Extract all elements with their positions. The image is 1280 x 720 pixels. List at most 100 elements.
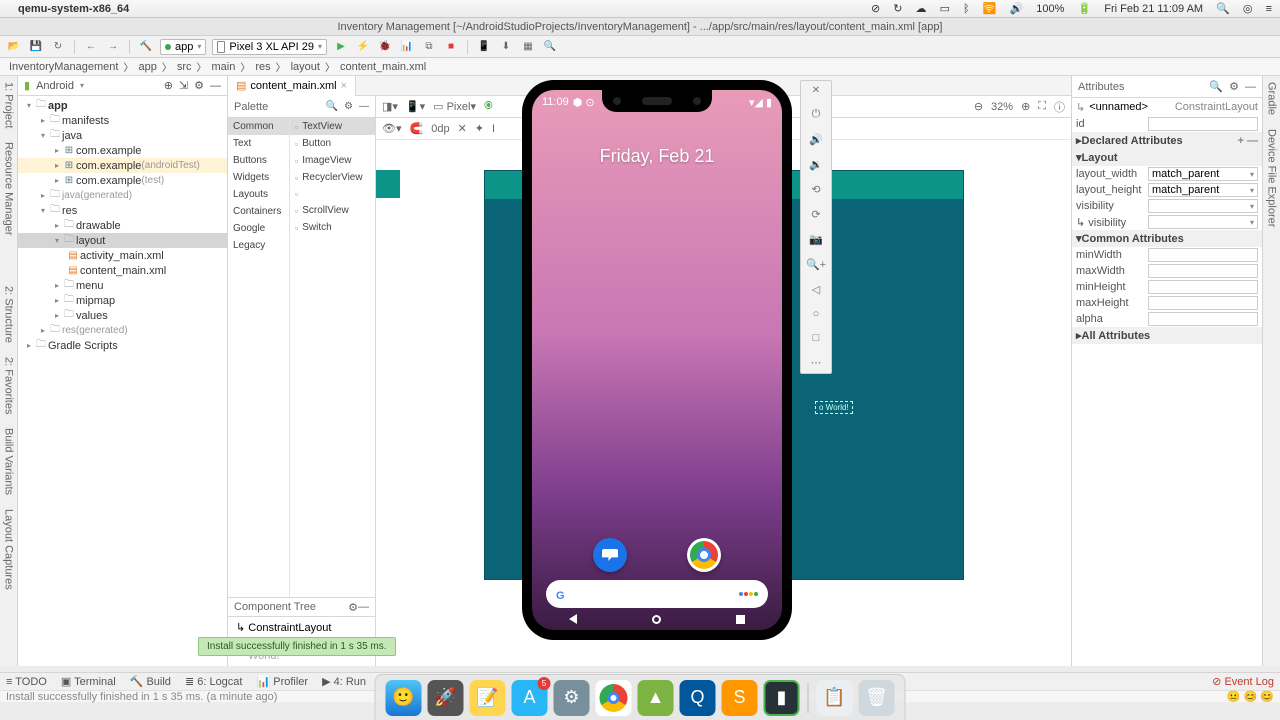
infer-icon[interactable]: ✦ <box>475 122 484 135</box>
attr-input[interactable] <box>1148 248 1258 262</box>
tree-node[interactable]: ▸🗀 values <box>18 308 227 323</box>
palette-settings-icon[interactable] <box>344 101 353 112</box>
tree-node[interactable]: ▤ activity_main.xml <box>18 248 227 263</box>
dock-qemu-icon[interactable]: Q <box>680 680 716 716</box>
dock-notes-icon[interactable]: 📝 <box>470 680 506 716</box>
emu-close-icon[interactable]: ✕ <box>812 85 820 96</box>
google-search-bar[interactable]: G <box>546 580 768 608</box>
tab-terminal[interactable]: ▣ Terminal <box>61 675 116 688</box>
sdk-icon[interactable]: ⬇ <box>498 39 514 55</box>
palette-category[interactable]: Buttons <box>228 152 289 169</box>
event-log[interactable]: ⊘ Event Log <box>1212 675 1274 688</box>
emu-home-icon[interactable]: ○ <box>813 308 820 320</box>
emu-rotleft-icon[interactable]: ⟲ <box>811 183 820 196</box>
zoom-level[interactable]: 32% <box>991 101 1013 113</box>
menu-wifi-icon[interactable]: ⊘ <box>871 3 880 15</box>
tree-node[interactable]: ▾🗀 java <box>18 128 227 143</box>
dock-androidstudio-icon[interactable]: ▲ <box>638 680 674 716</box>
debug-icon[interactable]: 🐞 <box>377 39 393 55</box>
run-icon[interactable]: ▶ <box>333 39 349 55</box>
attr-input[interactable] <box>1148 296 1258 310</box>
section-common[interactable]: ▾ Common Attributes <box>1072 230 1262 247</box>
palette-item[interactable]: ▫Button <box>290 135 375 152</box>
emu-power-icon[interactable]: ⏻ <box>812 108 821 121</box>
stop-icon[interactable]: ■ <box>443 39 459 55</box>
crumb[interactable]: src <box>174 61 195 73</box>
menu-screen-icon[interactable]: ▭ <box>940 3 950 15</box>
palette-category[interactable]: Text <box>228 135 289 152</box>
palette-category[interactable]: Legacy <box>228 237 289 254</box>
attr-input[interactable] <box>1148 199 1258 213</box>
forward-icon[interactable]: → <box>105 39 121 55</box>
dock-clipboard-icon[interactable]: 📋 <box>817 680 853 716</box>
menu-notif-icon[interactable]: ≡ <box>1266 3 1272 15</box>
section-declared[interactable]: ▸ Declared Attributes+ — <box>1072 132 1262 149</box>
rail-structure[interactable]: 2: Structure <box>3 286 15 343</box>
tree-node[interactable]: ▸🗀 manifests <box>18 113 227 128</box>
emu-back-icon[interactable]: ◁ <box>812 283 820 296</box>
palette-category[interactable]: Google <box>228 220 289 237</box>
menu-bt-icon[interactable]: ᛒ <box>963 3 970 15</box>
nav-recent-icon[interactable] <box>736 615 745 624</box>
tree-node[interactable]: ▸⊞ com.example (test) <box>18 173 227 188</box>
emu-overview-icon[interactable]: □ <box>813 332 820 344</box>
menu-spotlight-icon[interactable]: 🔍 <box>1216 3 1230 15</box>
tree-node[interactable]: ▸🗀 menu <box>18 278 227 293</box>
make-icon[interactable]: 🔨 <box>138 39 154 55</box>
dock-terminal-icon[interactable]: ▮ <box>764 680 800 716</box>
project-view-selector[interactable]: Android <box>36 80 74 92</box>
emu-rotright-icon[interactable]: ⟳ <box>811 208 820 221</box>
add-attr-icon[interactable]: + — <box>1238 135 1258 147</box>
emu-more-icon[interactable]: ⋯ <box>811 356 822 369</box>
tab-build[interactable]: 🔨 Build <box>130 675 171 688</box>
emu-volup-icon[interactable]: 🔊 <box>809 133 823 146</box>
dock-launchpad-icon[interactable]: 🚀 <box>428 680 464 716</box>
rail-layout-captures[interactable]: Layout Captures <box>3 509 15 590</box>
attr-input[interactable] <box>1148 312 1258 326</box>
nav-home-icon[interactable] <box>652 615 661 624</box>
attr-input[interactable]: match_parent <box>1148 183 1258 197</box>
messages-app-icon[interactable] <box>593 538 627 572</box>
palette-item[interactable]: ▫ScrollView <box>290 202 375 219</box>
attrs-hide-icon[interactable] <box>1245 81 1256 93</box>
sync-icon[interactable]: ↻ <box>50 39 66 55</box>
attach-icon[interactable]: ⧉ <box>421 39 437 55</box>
menu-sync-icon[interactable]: ↻ <box>893 3 902 15</box>
project-tree[interactable]: ▾🗀 app▸🗀 manifests▾🗀 java▸⊞ com.example▸… <box>18 96 227 666</box>
pack-icon[interactable]: I <box>492 123 495 135</box>
avd-icon[interactable]: 📱 <box>476 39 492 55</box>
orientation-icon[interactable]: 📱▾ <box>406 100 425 113</box>
dock-finder-icon[interactable]: 🙂 <box>386 680 422 716</box>
rail-project[interactable]: 1: Project <box>3 82 15 128</box>
palette-item[interactable]: ▫RecyclerView <box>290 169 375 186</box>
tree-node[interactable]: ▸🗀 res (generated) <box>18 323 227 338</box>
palette-item[interactable]: ▫ <box>290 186 375 202</box>
tree-node[interactable]: ▤ content_main.xml <box>18 263 227 278</box>
crumb[interactable]: layout <box>288 61 323 73</box>
palette-hide-icon[interactable] <box>359 101 369 112</box>
menu-cloud-icon[interactable]: ☁ <box>916 3 927 15</box>
comptree-settings-icon[interactable] <box>348 601 358 614</box>
attr-input[interactable] <box>1148 280 1258 294</box>
tree-node[interactable]: ▾🗀 res <box>18 203 227 218</box>
tab-todo[interactable]: ≡ TODO <box>6 676 47 688</box>
tab-profiler[interactable]: 📊 Profiler <box>256 675 308 688</box>
rail-favorites[interactable]: 2: Favorites <box>3 357 15 414</box>
tree-node[interactable]: ▸🗀 java (generated) <box>18 188 227 203</box>
close-tab-icon[interactable]: × <box>341 80 347 92</box>
magnet-icon[interactable]: 🧲 <box>410 122 424 135</box>
module-selector[interactable]: app▾ <box>160 39 206 55</box>
emu-voldown-icon[interactable]: 🔉 <box>809 158 823 171</box>
menu-siri-icon[interactable]: ◎ <box>1243 3 1253 15</box>
clear-icon[interactable]: ✕ <box>458 122 467 135</box>
save-icon[interactable]: 💾 <box>28 39 44 55</box>
device-icon[interactable]: ▭ Pixel▾ <box>433 100 476 113</box>
rail-device-explorer[interactable]: Device File Explorer <box>1266 129 1278 227</box>
rail-build-variants[interactable]: Build Variants <box>3 428 15 495</box>
rail-gradle[interactable]: Gradle <box>1266 82 1278 115</box>
palette-categories[interactable]: CommonTextButtonsWidgetsLayoutsContainer… <box>228 118 290 597</box>
tree-node[interactable]: ▸🗀 mipmap <box>18 293 227 308</box>
palette-category[interactable]: Containers <box>228 203 289 220</box>
palette-item[interactable]: ▫Switch <box>290 219 375 236</box>
eye-icon[interactable]: 👁▾ <box>382 122 402 135</box>
